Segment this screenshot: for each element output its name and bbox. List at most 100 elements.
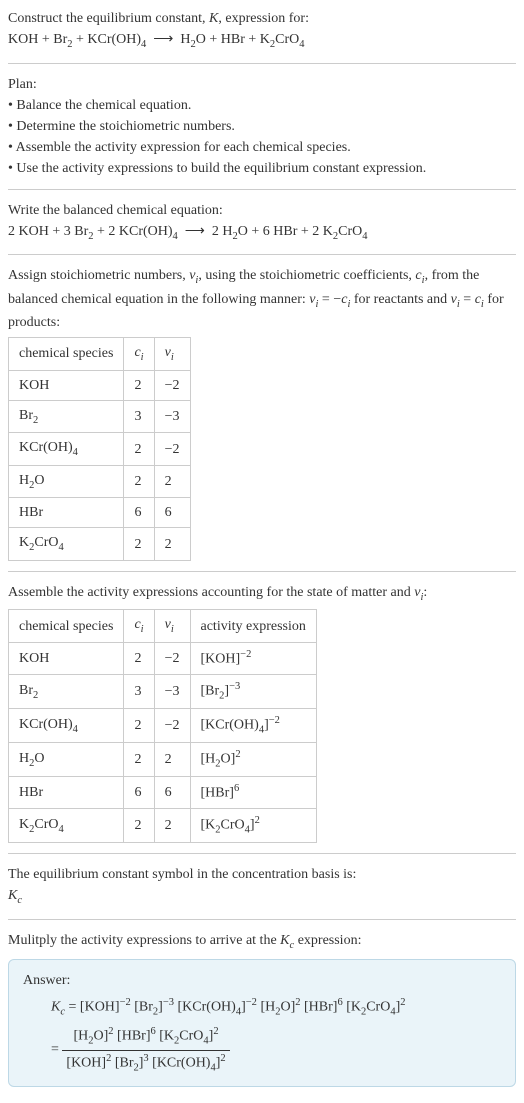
K: K [51,1000,60,1015]
t: + KCr(OH) [72,32,141,47]
cell: 2 [124,370,154,400]
e: −2 [120,997,131,1008]
e: −2 [269,715,280,726]
s: 4 [362,230,367,241]
assign-section: Assign stoichiometric numbers, νi, using… [8,265,516,333]
cell: HBr [9,777,124,809]
t: CrO [221,818,245,833]
stoich-table: chemical species ci νi KOH2−2 Br23−3 KCr… [8,337,191,561]
t: CrO [34,535,58,550]
s: 4 [141,39,146,50]
text: Construct the equilibrium constant, [8,11,209,26]
col-vi: νi [154,610,190,643]
cell: K2CrO4 [9,528,124,561]
col-species: chemical species [9,338,124,371]
t: KCr(OH) [19,717,73,732]
e: 2 [220,1053,225,1064]
e: −2 [240,649,251,660]
table-row: KOH2−2[KOH]−2 [9,643,317,675]
cell: −3 [154,400,190,433]
t: [K [346,1000,361,1015]
cell: 2 [124,465,154,498]
table-row: HBr66[HBr]6 [9,777,317,809]
t: [Br [134,1000,153,1015]
plan-item: • Balance the chemical equation. [8,98,191,113]
e: 6 [337,997,342,1008]
table-row: H2O22[H2O]2 [9,743,317,777]
t: CrO [34,817,58,832]
K: K [8,888,17,903]
multiply-section: Mulitply the activity expressions to arr… [8,930,516,954]
col-ci: ci [124,610,154,643]
e: −3 [163,997,174,1008]
var-K: K [209,11,218,26]
cell: −2 [154,433,190,466]
t: Br [19,683,33,698]
cell: K2CrO4 [9,808,124,842]
cell: 2 [124,808,154,842]
t: H [19,473,29,488]
s: 2 [33,689,38,700]
t: O] [280,1000,295,1015]
cell: 2 [124,708,154,742]
cell: [KCr(OH)4]−2 [190,708,316,742]
cell: [K2CrO4]2 [190,808,316,842]
t: [KOH] [66,1055,106,1070]
e: 6 [150,1026,155,1037]
t: for reactants and [350,292,450,307]
cell: 2 [154,743,190,777]
cell: 2 [124,528,154,561]
cell: −2 [154,643,190,675]
t: : [423,585,427,600]
answer-line1: Kc = [KOH]−2 [Br2]−3 [KCr(OH)4]−2 [H2O]2… [51,995,501,1020]
e: 2 [213,1026,218,1037]
t: HBr [19,785,43,800]
answer-line2: = [H2O]2 [HBr]6 [K2CrO4]2 [KOH]2 [Br2]3 … [51,1024,501,1075]
t: O + HBr + K [196,32,270,47]
t: KOH + Br [8,32,67,47]
cell: KOH [9,643,124,675]
cell: KCr(OH)4 [9,708,124,742]
table-header: chemical species ci νi [9,338,191,371]
heading: Write the balanced chemical equation: [8,203,223,218]
t: HBr [19,505,43,520]
t: Br [19,408,33,423]
s: 4 [73,724,78,735]
plan-item: • Determine the stoichiometric numbers. [8,119,235,134]
t: KCr(OH) [19,440,73,455]
t: KOH [19,378,49,393]
t: CrO [338,224,362,239]
cell: 6 [154,777,190,809]
t: CrO [275,32,299,47]
t: [KCr(OH) [178,1000,236,1015]
plan-item: • Assemble the activity expression for e… [8,140,351,155]
table-header: chemical species ci νi activity expressi… [9,610,317,643]
table-row: HBr66 [9,498,191,528]
t: Assemble the activity expressions accoun… [8,585,414,600]
cell: −3 [154,674,190,708]
t: H [19,751,29,766]
table-row: KCr(OH)42−2[KCr(OH)4]−2 [9,708,317,742]
K: K [280,933,289,948]
t: O [34,751,44,766]
fraction: [H2O]2 [HBr]6 [K2CrO4]2 [KOH]2 [Br2]3 [K… [62,1024,229,1075]
t: [K [159,1029,174,1044]
t: [H [201,752,216,767]
t: [KCr(OH) [201,718,259,733]
table-row: K2CrO422[K2CrO4]2 [9,808,317,842]
cell: 6 [154,498,190,528]
t: CrO [179,1029,203,1044]
t: = − [318,292,341,307]
eq: = [51,1042,62,1057]
arrow-icon: ⟶ [185,224,205,239]
col-ci: ci [124,338,154,371]
s: 4 [299,39,304,50]
t: O] [94,1029,109,1044]
cell: 2 [154,808,190,842]
t: + 2 KCr(OH) [93,224,172,239]
t: [KOH] [80,1000,120,1015]
divider [8,571,516,572]
e: −3 [229,681,240,692]
plan-item: • Use the activity expressions to build … [8,161,426,176]
t: [Br [201,683,220,698]
